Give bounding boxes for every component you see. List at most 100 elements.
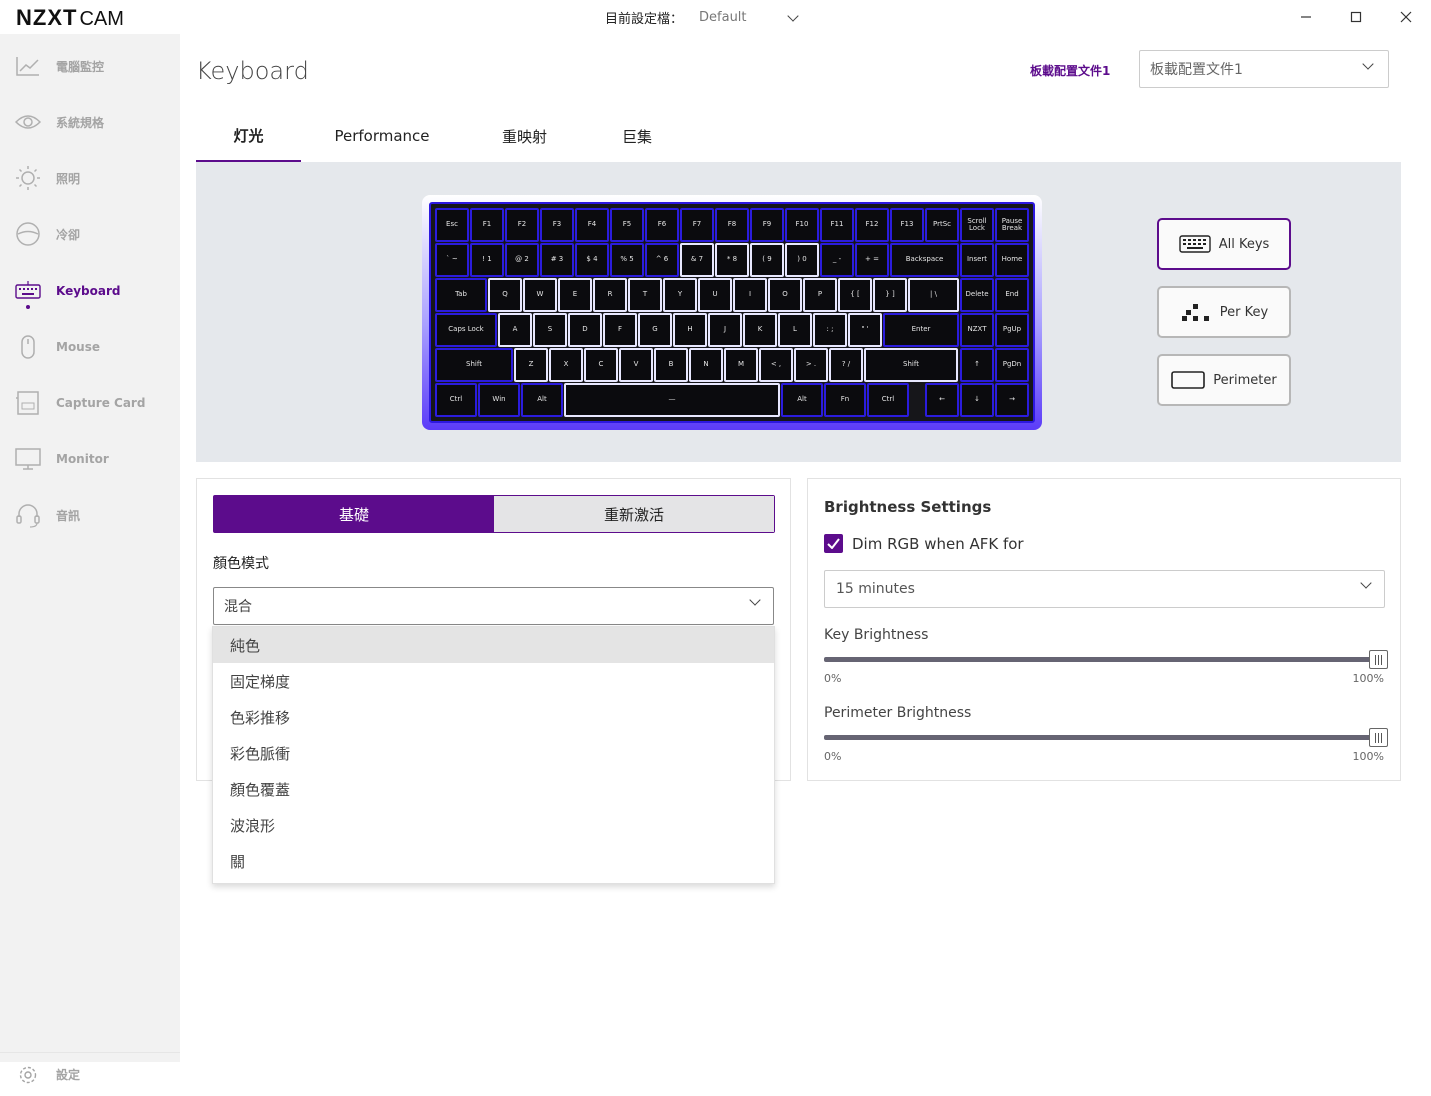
keyboard-key[interactable]: C	[584, 348, 618, 382]
keyboard-key[interactable]: * 8	[715, 243, 749, 277]
keyboard-key[interactable]: & 7	[680, 243, 714, 277]
keyboard-key[interactable]: Ctrl	[867, 383, 909, 417]
keyboard-key[interactable]: S	[533, 313, 567, 347]
key-brightness-slider[interactable]	[824, 657, 1385, 662]
keyboard-key[interactable]: F	[603, 313, 637, 347]
keyboard-key[interactable]: F10	[785, 208, 819, 242]
close-button[interactable]	[1381, 0, 1431, 34]
keyboard-key[interactable]: ! 1	[470, 243, 504, 277]
keyboard-key[interactable]: ) 0	[785, 243, 819, 277]
sidebar-item-pc-monitoring[interactable]: 電腦監控	[0, 46, 180, 86]
sidebar-item-keyboard[interactable]: Keyboard	[0, 271, 180, 311]
perimeter-button[interactable]: Perimeter	[1157, 354, 1291, 406]
keyboard-key[interactable]: F1	[470, 208, 504, 242]
keyboard-key[interactable]: Shift	[864, 348, 958, 382]
minimize-button[interactable]	[1281, 0, 1331, 34]
keyboard-key[interactable]: T	[628, 278, 662, 312]
dim-rgb-checkbox[interactable]	[824, 534, 843, 553]
keyboard-key[interactable]: H	[673, 313, 707, 347]
keyboard-key[interactable]: Insert	[960, 243, 994, 277]
config-dropdown[interactable]: 板載配置文件1	[1139, 50, 1389, 88]
keyboard-key[interactable]: Enter	[883, 313, 959, 347]
keyboard-key[interactable]: Pause Break	[995, 208, 1029, 242]
color-mode-option[interactable]: 固定梯度	[213, 663, 774, 699]
keyboard-key[interactable]: ^ 6	[645, 243, 679, 277]
keyboard-key[interactable]: M	[724, 348, 758, 382]
color-mode-option[interactable]: 波浪形	[213, 807, 774, 843]
keyboard-key[interactable]: Y	[663, 278, 697, 312]
keyboard-key[interactable]: V	[619, 348, 653, 382]
sidebar-item-monitor[interactable]: Monitor	[0, 439, 180, 479]
keyboard-key[interactable]: I	[733, 278, 767, 312]
keyboard-key[interactable]: PgUp	[995, 313, 1029, 347]
per-key-button[interactable]: Per Key	[1157, 286, 1291, 338]
keyboard-key[interactable]: F2	[505, 208, 539, 242]
all-keys-button[interactable]: All Keys	[1157, 218, 1291, 270]
keyboard-key[interactable]: F11	[820, 208, 854, 242]
keyboard-key[interactable]: Ctrl	[435, 383, 477, 417]
sidebar-item-lighting[interactable]: 照明	[0, 158, 180, 198]
segment-basic[interactable]: 基礎	[214, 496, 494, 532]
keyboard-key[interactable]: →	[995, 383, 1029, 417]
keyboard-key[interactable]: $ 4	[575, 243, 609, 277]
keyboard-key[interactable]: F3	[540, 208, 574, 242]
keyboard-key[interactable]: Alt	[781, 383, 823, 417]
keyboard-key[interactable]: : ;	[813, 313, 847, 347]
keyboard-key[interactable]: F12	[855, 208, 889, 242]
keyboard-key[interactable]: F7	[680, 208, 714, 242]
keyboard-key[interactable]: X	[549, 348, 583, 382]
keyboard-key[interactable]: PgDn	[995, 348, 1029, 382]
sidebar-item-audio[interactable]: 音訊	[0, 495, 180, 535]
keyboard-key[interactable]: % 5	[610, 243, 644, 277]
keyboard-key[interactable]: } ]	[873, 278, 907, 312]
perimeter-brightness-thumb[interactable]	[1369, 728, 1388, 747]
keyboard-key[interactable]: ? /	[829, 348, 863, 382]
sidebar-settings[interactable]: 設定	[0, 1052, 180, 1096]
keyboard-key[interactable]: Delete	[960, 278, 994, 312]
sidebar-item-mouse[interactable]: Mouse	[0, 327, 180, 367]
keyboard-key[interactable]: R	[593, 278, 627, 312]
keyboard-key[interactable]: Win	[478, 383, 520, 417]
keyboard-key[interactable]: > .	[794, 348, 828, 382]
keyboard-key[interactable]: F5	[610, 208, 644, 242]
keyboard-key[interactable]: G	[638, 313, 672, 347]
keyboard-key[interactable]: W	[523, 278, 557, 312]
keyboard-key[interactable]: Z	[514, 348, 548, 382]
keyboard-key[interactable]: B	[654, 348, 688, 382]
keyboard-key[interactable]: Caps Lock	[435, 313, 497, 347]
tab-performance[interactable]: Performance	[326, 110, 438, 162]
keyboard-key[interactable]: P	[803, 278, 837, 312]
keyboard-key[interactable]: Esc	[435, 208, 469, 242]
keyboard-key[interactable]: ←	[925, 383, 959, 417]
keyboard-key[interactable]: E	[558, 278, 592, 312]
keyboard-key[interactable]: NZXT	[960, 313, 994, 347]
keyboard-key[interactable]: Scroll Lock	[960, 208, 994, 242]
tab-macros[interactable]: 巨集	[591, 110, 683, 162]
maximize-button[interactable]	[1331, 0, 1381, 34]
keyboard-key[interactable]: J	[708, 313, 742, 347]
keyboard-key[interactable]: Tab	[435, 278, 487, 312]
tab-remap[interactable]: 重映射	[478, 110, 571, 162]
color-mode-option[interactable]: 關	[213, 843, 774, 879]
sidebar-item-cooling[interactable]: 冷卻	[0, 214, 180, 254]
keyboard-key[interactable]: Shift	[435, 348, 513, 382]
keyboard-key[interactable]: F4	[575, 208, 609, 242]
keyboard-key[interactable]: ↑	[960, 348, 994, 382]
keyboard-key[interactable]: ↓	[960, 383, 994, 417]
keyboard-key[interactable]: Q	[488, 278, 522, 312]
keyboard-key[interactable]: F9	[750, 208, 784, 242]
keyboard-key[interactable]: ` ~	[435, 243, 469, 277]
afk-timeout-dropdown[interactable]: 15 minutes	[824, 570, 1385, 608]
keyboard-key[interactable]: Fn	[824, 383, 866, 417]
keyboard-key[interactable]: L	[778, 313, 812, 347]
tab-lighting[interactable]: 灯光	[196, 110, 301, 162]
keyboard-key[interactable]: O	[768, 278, 802, 312]
color-mode-option[interactable]: 顏色覆蓋	[213, 771, 774, 807]
profile-selector[interactable]: 目前設定檔： Default	[605, 8, 799, 27]
keyboard-key[interactable]: N	[689, 348, 723, 382]
keyboard-key[interactable]: F13	[890, 208, 924, 242]
keyboard-key[interactable]: " '	[848, 313, 882, 347]
keyboard-key[interactable]: —	[564, 383, 780, 417]
keyboard-key[interactable]: F8	[715, 208, 749, 242]
keyboard-key[interactable]: A	[498, 313, 532, 347]
